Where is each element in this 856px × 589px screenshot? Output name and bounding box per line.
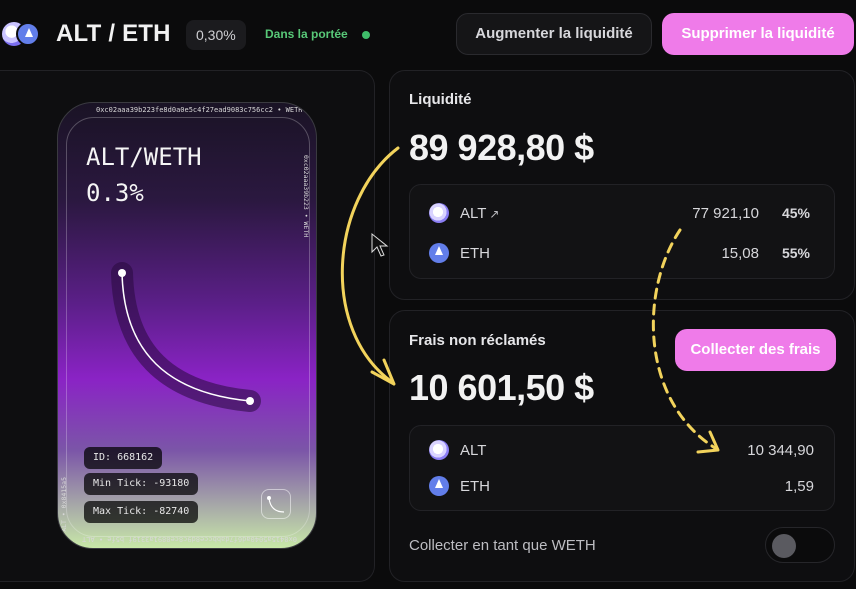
fees-eth-symbol: ETH: [460, 478, 490, 495]
liquidity-eth-symbol: ETH: [460, 245, 490, 262]
position-nft-card: 0xc02aaa39b223fe8d0a0e5c4f27ead9083c756c…: [57, 102, 317, 549]
nft-mini-curve-icon: [261, 489, 291, 519]
nft-min-tick-tag: Min Tick: -93180: [84, 473, 199, 495]
liquidity-total: 89 928,80 $: [409, 127, 594, 168]
liquidity-panel: Liquidité 89 928,80 $ ALT ↗ 77 921,10 45%…: [389, 70, 855, 300]
unclaimed-fees-label: Frais non réclamés: [409, 332, 546, 349]
liquidity-token-list: ALT ↗ 77 921,10 45% ETH 15,08 55%: [409, 184, 835, 279]
eth-token-icon: [429, 476, 449, 496]
in-range-dot-icon: [362, 31, 370, 39]
collect-fees-button[interactable]: Collecter des frais: [675, 329, 836, 371]
add-liquidity-button[interactable]: Augmenter la liquidité: [456, 13, 652, 55]
alt-token-icon: [429, 203, 449, 223]
nft-id-tag: ID: 668162: [84, 447, 163, 469]
liquidity-eth-percent: 55%: [781, 245, 810, 261]
pair-token-icons: [2, 20, 42, 48]
external-link-icon: ↗: [489, 207, 500, 221]
liquidity-label: Liquidité: [409, 91, 472, 108]
collect-as-weth-label: Collecter en tant que WETH: [409, 537, 596, 554]
position-header: ALT / ETH 0,30% Dans la portée Augmenter…: [0, 0, 856, 68]
nft-address-bottom: 0x8415a5040ad6f7dabbcce8d9c8ce8891a3319f…: [82, 535, 297, 543]
fees-alt-symbol: ALT: [460, 442, 487, 459]
liquidity-alt-amount: 77 921,10: [692, 205, 759, 222]
fee-tier-badge: 0,30%: [186, 20, 246, 50]
toggle-knob: [772, 534, 796, 558]
range-status-label: Dans la portée: [265, 27, 348, 41]
fees-eth-amount: 1,59: [784, 478, 814, 495]
unclaimed-fees-total: 10 601,50 $: [409, 367, 594, 408]
fees-alt-amount: 10 344,90: [747, 442, 814, 459]
nft-address-top: 0xc02aaa39b223fe8d0a0e5c4f27ead9083c756c…: [96, 106, 303, 114]
eth-token-icon: [429, 243, 449, 263]
nft-max-tick-tag: Max Tick: -82740: [84, 501, 199, 523]
fees-token-list: ALT 10 344,90 ETH 1,59: [409, 425, 835, 511]
pair-title: ALT / ETH: [56, 20, 171, 47]
liquidity-alt-symbol[interactable]: ALT ↗: [460, 205, 499, 222]
unclaimed-fees-panel: Frais non réclamés Collecter des frais 1…: [389, 310, 855, 582]
collect-as-weth-toggle[interactable]: [765, 527, 835, 563]
liquidity-alt-percent: 45%: [781, 205, 810, 221]
liquidity-eth-amount: 15,08: [721, 245, 759, 262]
nft-side-text-right: 0xc02aaa39b223 • WETH: [302, 155, 310, 238]
nft-fee-label: 0.3%: [86, 179, 144, 207]
nft-pair-label: ALT/WETH: [86, 143, 202, 171]
eth-token-icon: [16, 22, 40, 46]
alt-token-icon: [429, 440, 449, 460]
nft-range-curve: [111, 262, 261, 412]
nft-side-text-left: ALT • 0x8415a5: [60, 477, 68, 532]
remove-liquidity-button[interactable]: Supprimer la liquidité: [662, 13, 854, 55]
